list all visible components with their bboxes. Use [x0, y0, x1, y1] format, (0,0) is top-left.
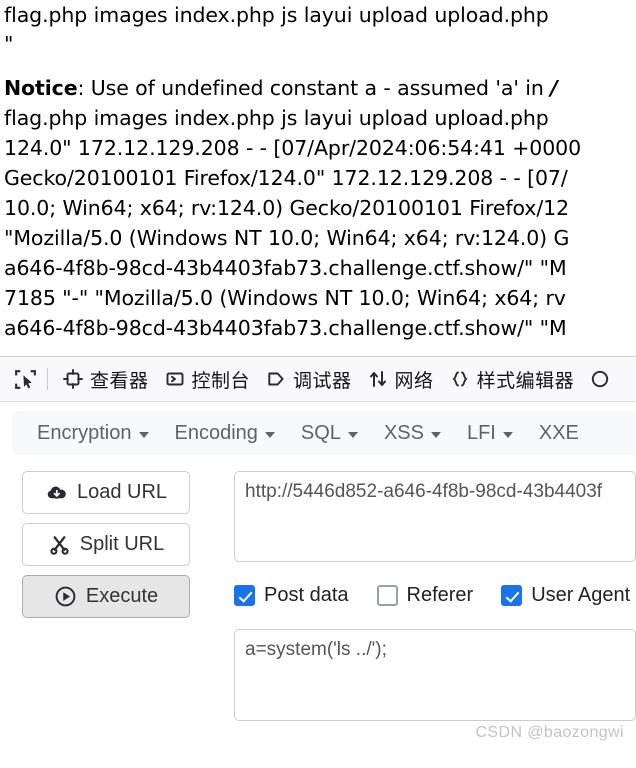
post-data-checkbox[interactable]: Post data	[234, 584, 349, 607]
hackbar-panel: Encryption Encoding SQL XSS LFI XXE Load…	[0, 403, 636, 768]
tab-network-label: 网络	[394, 369, 434, 392]
user-agent-checkbox-box[interactable]	[501, 585, 523, 606]
hackbar-menubar: Encryption Encoding SQL XSS LFI XXE	[12, 411, 636, 455]
access-log-line: 10.0; Win64; x64; rv:124.0) Gecko/201001…	[4, 196, 570, 220]
hackbar-option-row: Post data Referer User Agent	[234, 584, 636, 607]
split-url-label: Split URL	[79, 533, 165, 555]
output-line: flag.php images index.php js layui uploa…	[4, 3, 556, 27]
tab-inspector[interactable]: 查看器	[55, 359, 157, 399]
menu-encoding[interactable]: Encoding	[162, 416, 288, 450]
chevron-down-icon	[430, 431, 441, 438]
tab-inspector-label: 查看器	[90, 369, 149, 392]
load-url-button[interactable]: Load URL	[22, 471, 190, 514]
notice-text: : Use of undefined constant a - assumed …	[77, 76, 551, 100]
tab-console[interactable]: 控制台	[157, 359, 259, 399]
menu-lfi[interactable]: LFI	[454, 416, 526, 450]
referer-label: Referer	[406, 584, 474, 606]
console-icon	[165, 369, 185, 389]
menu-lfi-label: LFI	[466, 421, 496, 444]
execute-button[interactable]: Execute	[22, 575, 190, 618]
execute-label: Execute	[85, 585, 159, 607]
tab-debugger-label: 调试器	[293, 369, 352, 392]
post-data-label: Post data	[264, 584, 349, 606]
menu-xxe[interactable]: XXE	[526, 416, 592, 450]
tab-style-editor-label: 样式编辑器	[476, 369, 575, 392]
debugger-icon	[266, 369, 286, 389]
menu-encoding-label: Encoding	[174, 421, 258, 444]
hackbar-button-column: Load URL Split URL Execute	[22, 471, 194, 627]
tab-performance[interactable]	[582, 359, 618, 399]
chevron-down-icon	[347, 431, 358, 438]
menu-sql[interactable]: SQL	[288, 416, 371, 450]
menu-sql-label: SQL	[300, 421, 341, 444]
referer-checkbox[interactable]: Referer	[376, 584, 474, 607]
scissors-icon	[48, 533, 71, 556]
element-picker-icon[interactable]	[6, 360, 44, 398]
load-url-label: Load URL	[76, 481, 168, 503]
csdn-watermark: CSDN @baozongwi	[475, 724, 624, 741]
chevron-down-icon	[138, 431, 149, 438]
referer-checkbox-box[interactable]	[376, 585, 398, 606]
browser-page-content: flag.php images index.php js layui uploa…	[0, 0, 636, 355]
access-log-line: Gecko/20100101 Firefox/124.0" 172.12.129…	[4, 166, 568, 190]
network-icon	[368, 369, 388, 389]
chevron-down-icon	[502, 431, 513, 438]
cloud-download-icon	[45, 481, 68, 504]
tab-debugger[interactable]: 调试器	[258, 359, 360, 399]
notice-label: Notice	[4, 76, 78, 100]
access-log-line: a646-4f8b-98cd-43b4403fab73.challenge.ct…	[4, 316, 567, 340]
access-log-line: a646-4f8b-98cd-43b4403fab73.challenge.ct…	[4, 256, 567, 280]
inspector-icon	[63, 369, 83, 389]
user-agent-checkbox[interactable]: User Agent	[501, 584, 630, 607]
hackbar-input-column: http://5446d852-a646-4f8b-98cd-43b4403f …	[234, 471, 636, 721]
play-circle-icon	[54, 585, 77, 608]
devtools-toolbar: 查看器 控制台 调试器 网络 样式编辑器	[0, 356, 636, 402]
tab-console-label: 控制台	[191, 369, 251, 392]
split-url-button[interactable]: Split URL	[22, 523, 190, 566]
user-agent-label: User Agent	[531, 584, 631, 606]
output-line: flag.php images index.php js layui uploa…	[4, 106, 556, 130]
chevron-down-icon	[264, 431, 275, 438]
tab-style-editor[interactable]: 样式编辑器	[442, 359, 583, 399]
url-input[interactable]: http://5446d852-a646-4f8b-98cd-43b4403f	[234, 471, 636, 562]
access-log-line: "Mozilla/5.0 (Windows NT 10.0; Win64; x6…	[4, 226, 570, 250]
notice-path: /	[550, 76, 558, 100]
menu-xss[interactable]: XSS	[371, 416, 454, 450]
post-data-checkbox-box[interactable]	[234, 585, 255, 606]
output-spacer	[4, 59, 636, 73]
access-log-line: 7185 "-" "Mozilla/5.0 (Windows NT 10.0; …	[4, 286, 566, 310]
tab-network[interactable]: 网络	[360, 359, 442, 399]
style-editor-icon	[450, 369, 470, 389]
menu-xxe-label: XXE	[538, 421, 579, 444]
post-data-input[interactable]: a=system('ls ../');	[234, 629, 636, 721]
toolbar-divider	[47, 368, 48, 390]
menu-encryption[interactable]: Encryption	[24, 416, 162, 450]
php-notice-line: Notice: Use of undefined constant a - as…	[4, 73, 636, 103]
menu-encryption-label: Encryption	[37, 421, 132, 444]
output-line: "	[4, 32, 14, 56]
menu-xss-label: XSS	[383, 421, 424, 444]
performance-icon	[590, 369, 610, 389]
access-log-line: 124.0" 172.12.129.208 - - [07/Apr/2024:0…	[4, 136, 582, 160]
